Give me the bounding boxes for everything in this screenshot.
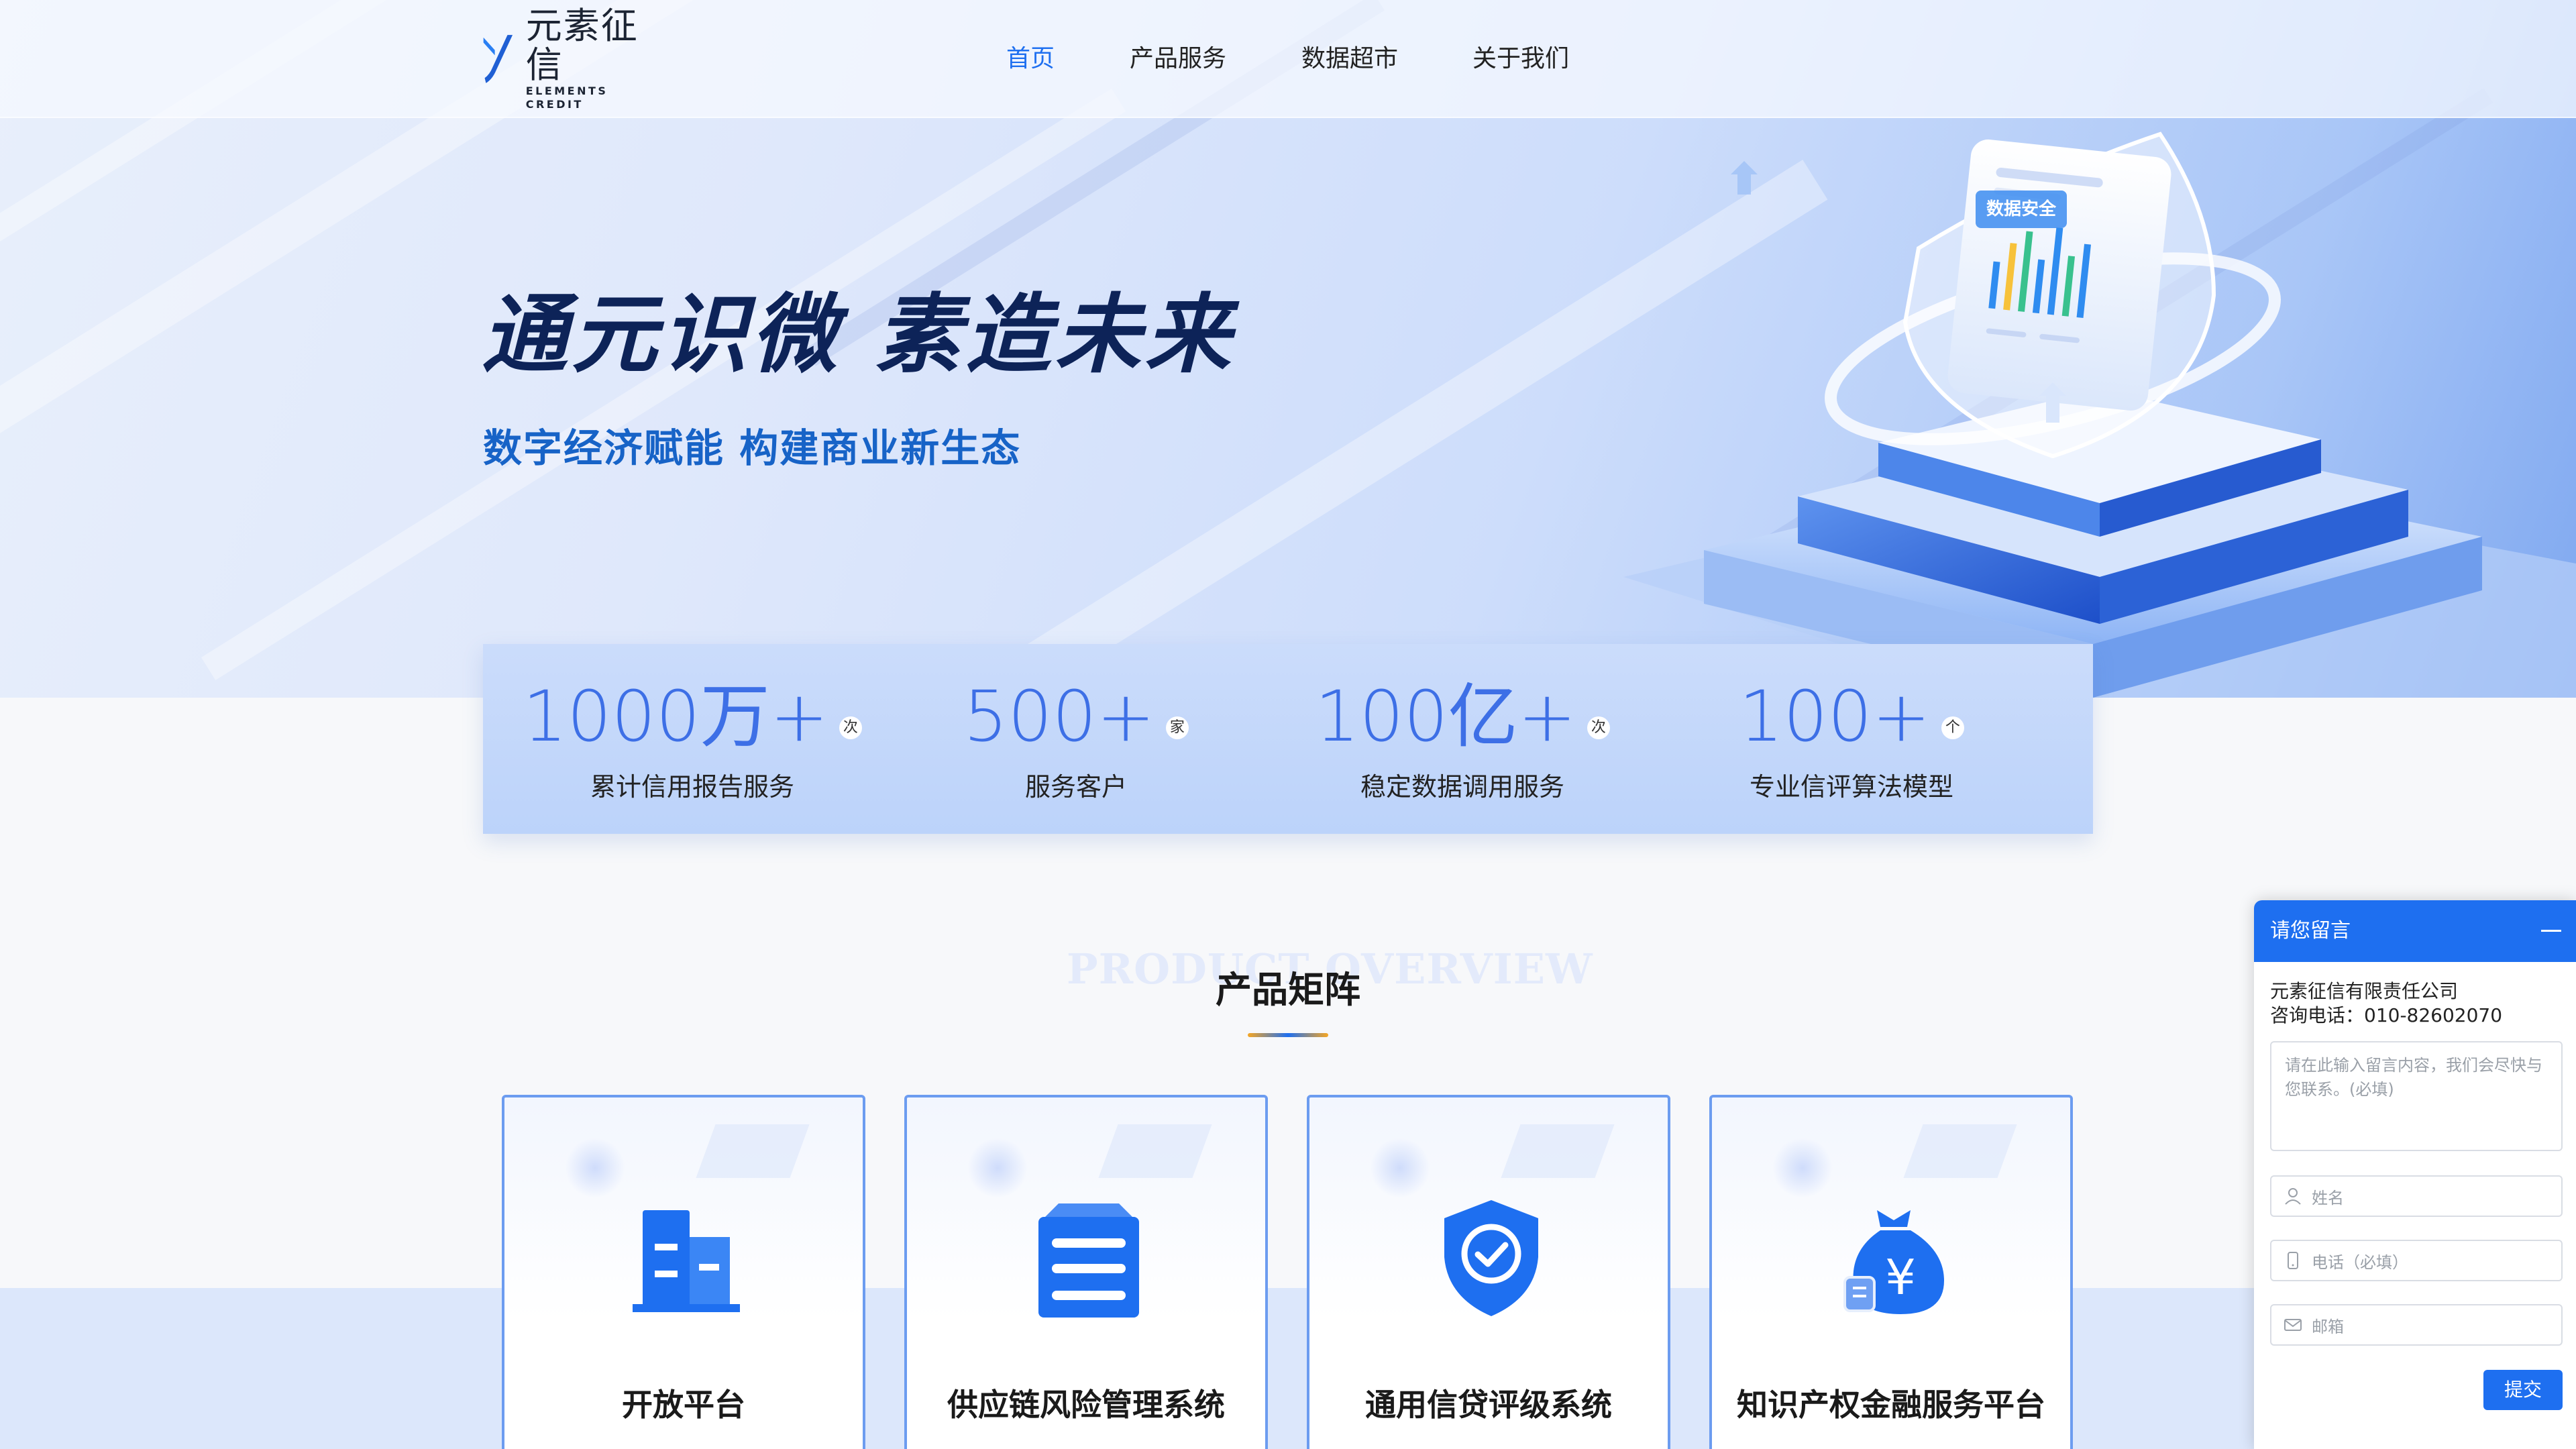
message-textarea[interactable]: 请在此输入留言内容，我们会尽快与您联系。(必填) — [2270, 1041, 2563, 1151]
card-decoration — [1903, 1124, 2017, 1178]
card-decoration — [1501, 1124, 1615, 1178]
card-decoration — [565, 1138, 625, 1198]
svg-text:¥: ¥ — [1885, 1249, 1916, 1305]
card-label: 开放平台 — [622, 1387, 745, 1423]
card-label: 供应链风险管理系统 — [947, 1387, 1225, 1423]
product-card-credit-rating[interactable]: 通用信贷评级系统 — [1307, 1095, 1670, 1449]
stat-label: 稳定数据调用服务 — [1360, 772, 1564, 802]
email-placeholder: 邮箱 — [2312, 1317, 2344, 1336]
card-decoration — [696, 1124, 810, 1178]
security-badge: 数据安全 — [1976, 191, 2067, 228]
stat-report-services: 1000万+ 次 累计信用报告服务 — [491, 676, 894, 804]
company-name: 元素征信有限责任公司 — [2270, 980, 2459, 1002]
stat-value: 100亿+ — [1315, 676, 1576, 757]
card-decoration — [1098, 1124, 1212, 1178]
stat-clients: 500+ 家 服务客户 — [875, 676, 1277, 804]
hero-subtitle: 数字经济赋能 构建商业新生态 — [483, 425, 1022, 471]
card-decoration — [1772, 1138, 1833, 1198]
stat-value: 100+ — [1739, 676, 1931, 757]
submit-button[interactable]: 提交 — [2483, 1370, 2563, 1410]
hero-title: 通元识微 素造未来 — [482, 285, 1235, 385]
contact-phone: 咨询电话：010-82602070 — [2270, 1004, 2503, 1026]
mail-icon — [2284, 1319, 2302, 1331]
name-placeholder: 姓名 — [2312, 1188, 2344, 1208]
phone-input[interactable]: 电话（必填） — [2270, 1240, 2563, 1281]
money-bag-icon: ¥ — [1843, 1210, 1944, 1314]
message-widget: 请您留言 元素征信有限责任公司 咨询电话：010-82602070 请在此输入留… — [2254, 900, 2576, 1449]
stat-value: 1000万+ — [523, 676, 828, 757]
stat-unit: 次 — [1587, 716, 1610, 739]
section-title: 产品矩阵 — [1216, 969, 1360, 1011]
message-widget-title: 请您留言 — [2270, 919, 2351, 943]
nav-home[interactable]: 首页 — [1006, 40, 1055, 78]
card-label: 通用信贷评级系统 — [1365, 1387, 1612, 1423]
logo-text-en: ELEMENTS CREDIT — [525, 85, 608, 111]
nav-products[interactable]: 产品服务 — [1130, 40, 1226, 78]
server-stack-icon — [1038, 1203, 1139, 1318]
stats-bar: 1000万+ 次 累计信用报告服务 500+ 家 服务客户 100亿+ 次 稳定… — [483, 644, 2093, 834]
logo[interactable]: 元素征信 ELEMENTS CREDIT — [480, 7, 667, 111]
card-decoration — [967, 1138, 1028, 1198]
shield-check-icon — [1444, 1200, 1538, 1316]
card-label: 知识产权金融服务平台 — [1737, 1387, 2045, 1423]
stat-models: 100+ 个 专业信评算法模型 — [1650, 676, 2053, 804]
stat-label: 服务客户 — [1024, 772, 1127, 802]
stat-unit: 家 — [1165, 716, 1189, 739]
building-icon — [633, 1210, 740, 1312]
phone-placeholder: 电话（必填） — [2312, 1252, 2408, 1272]
stat-label: 累计信用报告服务 — [590, 772, 794, 802]
product-card-open-platform[interactable]: 开放平台 — [502, 1095, 865, 1449]
product-card-supply-chain[interactable]: 供应链风险管理系统 — [904, 1095, 1268, 1449]
product-section-background — [0, 1288, 2576, 1449]
phone-icon — [2288, 1252, 2298, 1269]
product-card-ip-finance[interactable]: ¥ 知识产权金融服务平台 — [1709, 1095, 2073, 1449]
elements-credit-logo-icon — [483, 35, 513, 83]
stat-unit: 个 — [1941, 716, 1964, 739]
user-icon — [2285, 1188, 2301, 1205]
stat-unit: 次 — [839, 716, 862, 739]
minimize-icon[interactable] — [2541, 930, 2561, 932]
card-decoration — [1370, 1138, 1430, 1198]
message-widget-header: 请您留言 — [2254, 900, 2576, 962]
top-navigation: 元素征信 ELEMENTS CREDIT 首页 产品服务 数据超市 关于我们 — [0, 0, 2576, 118]
logo-text-cn: 元素征信 — [525, 5, 639, 86]
name-input[interactable]: 姓名 — [2270, 1175, 2563, 1217]
section-title-underline — [1248, 1033, 1328, 1037]
stat-value: 500+ — [963, 676, 1155, 757]
data-security-illustration — [1623, 131, 2576, 698]
nav-about-us[interactable]: 关于我们 — [1472, 40, 1569, 78]
stat-data-calls: 100亿+ 次 稳定数据调用服务 — [1261, 676, 1664, 804]
nav-data-market[interactable]: 数据超市 — [1301, 40, 1398, 78]
email-input[interactable]: 邮箱 — [2270, 1304, 2563, 1346]
stat-label: 专业信评算法模型 — [1749, 772, 1953, 802]
